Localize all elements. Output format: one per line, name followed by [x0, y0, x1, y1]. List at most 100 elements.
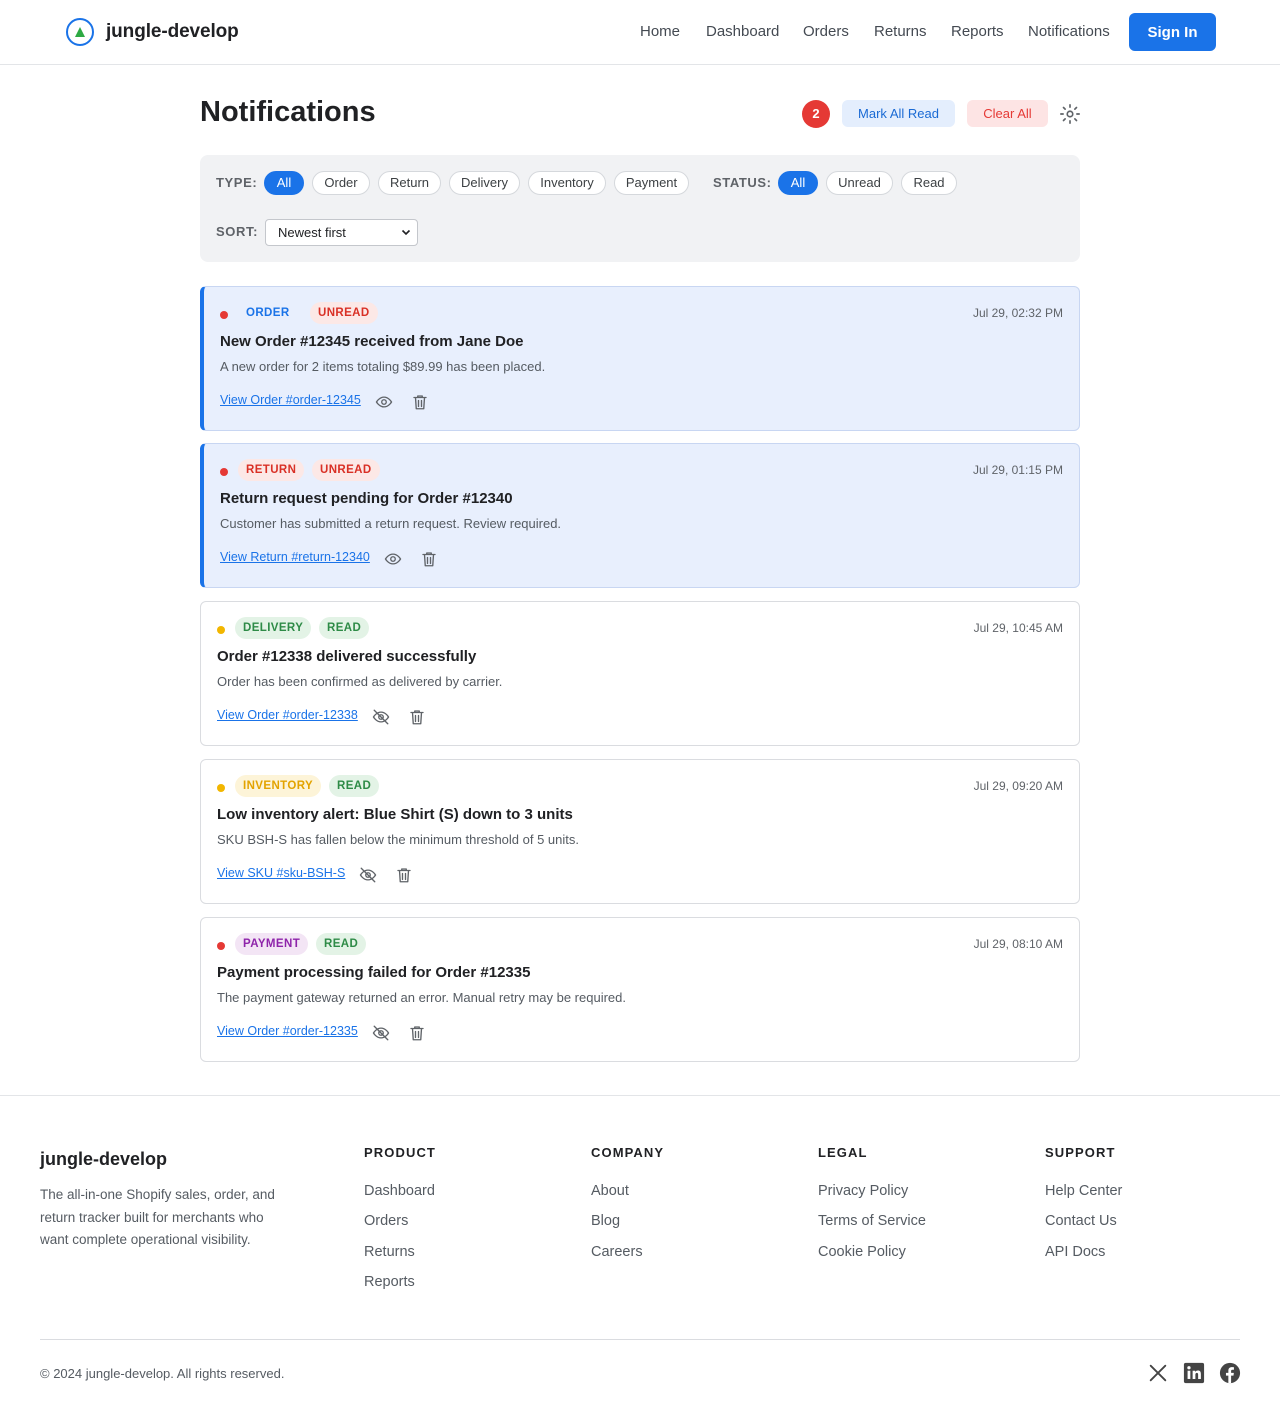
mark-read-eye-icon[interactable] [375, 393, 393, 411]
status-dot [217, 784, 225, 792]
delete-trash-icon[interactable] [408, 1024, 426, 1042]
type-badge: DELIVERY [235, 617, 312, 639]
mark-unread-eye-off-icon[interactable] [359, 866, 377, 884]
sort-select[interactable]: Newest first [265, 219, 418, 246]
notification-link[interactable]: View Order #order-12345 [220, 393, 361, 407]
type-filter-delivery[interactable]: Delivery [449, 171, 520, 195]
status-badge: READ [319, 617, 370, 639]
page-title: Notifications [200, 96, 376, 128]
footer-link-api-docs[interactable]: API Docs [1045, 1244, 1105, 1260]
type-filter-inventory[interactable]: Inventory [528, 171, 606, 195]
timestamp: Jul 29, 08:10 AM [973, 937, 1063, 951]
sort-label: SORT: [216, 224, 258, 239]
notification-card[interactable]: INVENTORY READ Jul 29, 09:20 AM Low invento… [200, 759, 1080, 904]
footer-link-dashboard[interactable]: Dashboard [364, 1183, 435, 1199]
delete-trash-icon[interactable] [408, 708, 426, 726]
site-footer: jungle-develop The all-in-one Shopify sa… [0, 1095, 1280, 1407]
logo-icon [66, 18, 94, 46]
nav-home[interactable]: Home [640, 23, 680, 40]
footer-link-reports[interactable]: Reports [364, 1274, 415, 1290]
footer-heading-company: COMPANY [591, 1145, 665, 1160]
settings-gear-icon[interactable] [1059, 103, 1081, 125]
notification-card[interactable]: RETURN UNREAD Jul 29, 01:15 PM Return reque… [200, 443, 1080, 588]
status-badge: UNREAD [312, 459, 380, 481]
x-icon[interactable] [1147, 1362, 1169, 1384]
timestamp: Jul 29, 01:15 PM [972, 463, 1063, 477]
type-filter-all[interactable]: All [264, 171, 304, 195]
notification-title: Low inventory alert: Blue Shirt (S) down… [217, 806, 573, 823]
footer-link-cookie[interactable]: Cookie Policy [818, 1244, 906, 1260]
notification-title: Order #12338 delivered successfully [217, 648, 477, 665]
status-badge: READ [329, 775, 380, 797]
notification-card[interactable]: DELIVERY READ Jul 29, 10:45 AM Order #12338… [200, 601, 1080, 746]
delete-trash-icon[interactable] [411, 393, 429, 411]
footer-link-blog[interactable]: Blog [591, 1213, 620, 1229]
notification-link[interactable]: View Order #order-12338 [217, 708, 358, 722]
type-filter-payment[interactable]: Payment [614, 171, 689, 195]
type-filter-label: TYPE: [216, 175, 258, 190]
status-filter-unread[interactable]: Unread [826, 171, 893, 195]
notification-title: New Order #12345 received from Jane Doe [220, 333, 524, 350]
notification-card[interactable]: PAYMENT READ Jul 29, 08:10 AM Payment proce… [200, 917, 1080, 1062]
unread-count-badge: 2 [802, 100, 830, 128]
footer-description: The all-in-one Shopify sales, order, and… [40, 1187, 275, 1247]
notification-link[interactable]: View SKU #sku-BSH-S [217, 866, 345, 880]
status-filter-read[interactable]: Read [901, 171, 957, 195]
notification-link[interactable]: View Order #order-12335 [217, 1024, 358, 1038]
copyright: © 2024 jungle-develop. All rights reserv… [40, 1366, 285, 1381]
mark-unread-eye-off-icon[interactable] [372, 708, 390, 726]
notification-link[interactable]: View Return #return-12340 [220, 550, 370, 564]
delete-trash-icon[interactable] [395, 866, 413, 884]
facebook-icon[interactable] [1219, 1362, 1241, 1384]
footer-link-terms[interactable]: Terms of Service [818, 1213, 926, 1229]
mark-unread-eye-off-icon[interactable] [372, 1024, 390, 1042]
linkedin-icon[interactable] [1183, 1362, 1205, 1384]
footer-link-orders[interactable]: Orders [364, 1213, 408, 1229]
notification-title: Return request pending for Order #12340 [220, 490, 513, 507]
delete-trash-icon[interactable] [420, 550, 438, 568]
footer-link-contact[interactable]: Contact Us [1045, 1213, 1117, 1229]
notification-description: The payment gateway returned an error. M… [217, 990, 626, 1005]
notification-description: Order has been confirmed as delivered by… [217, 674, 503, 689]
type-badge: INVENTORY [235, 775, 322, 797]
sign-in-button[interactable]: Sign In [1129, 13, 1216, 51]
timestamp: Jul 29, 09:20 AM [973, 779, 1063, 793]
brand-logo[interactable]: jungle-develop [66, 18, 239, 46]
footer-divider [40, 1339, 1240, 1340]
notification-description: SKU BSH-S has fallen below the minimum t… [217, 832, 580, 847]
status-badge: READ [316, 933, 367, 955]
status-dot [220, 468, 228, 476]
footer-link-about[interactable]: About [591, 1183, 629, 1199]
type-filter-order[interactable]: Order [312, 171, 370, 195]
footer-link-privacy[interactable]: Privacy Policy [818, 1183, 908, 1199]
nav-returns[interactable]: Returns [874, 23, 927, 40]
nav-reports[interactable]: Reports [951, 23, 1004, 40]
nav-notifications[interactable]: Notifications [1028, 23, 1110, 40]
timestamp: Jul 29, 02:32 PM [972, 306, 1063, 320]
type-badge: ORDER [246, 307, 290, 319]
notification-description: A new order for 2 items totaling $89.99 … [220, 359, 546, 374]
footer-link-returns[interactable]: Returns [364, 1244, 415, 1260]
brand-name: jungle-develop [106, 21, 239, 42]
mark-read-eye-icon[interactable] [384, 550, 402, 568]
type-badge: RETURN [238, 459, 305, 481]
notification-title: Payment processing failed for Order #123… [217, 964, 531, 981]
status-filter-all[interactable]: All [778, 171, 818, 195]
filter-panel: TYPE: All Order Return Delivery Inventor… [200, 155, 1080, 262]
type-badge: PAYMENT [235, 933, 309, 955]
nav-orders[interactable]: Orders [803, 23, 849, 40]
notification-card[interactable]: ORDER UNREAD Jul 29, 02:32 PM New Order #12… [200, 286, 1080, 431]
notification-description: Customer has submitted a return request.… [220, 516, 562, 531]
nav-dashboard[interactable]: Dashboard [706, 23, 779, 40]
footer-link-careers[interactable]: Careers [591, 1244, 643, 1260]
status-filter-label: STATUS: [713, 175, 772, 190]
mark-all-read-button[interactable]: Mark All Read [842, 100, 955, 127]
footer-heading-support: SUPPORT [1045, 1145, 1116, 1160]
top-navbar: jungle-develop Home Dashboard Orders Ret… [0, 0, 1280, 65]
type-filter-return[interactable]: Return [378, 171, 441, 195]
status-dot [217, 942, 225, 950]
status-dot [220, 311, 228, 319]
footer-link-help-center[interactable]: Help Center [1045, 1183, 1122, 1199]
clear-all-button[interactable]: Clear All [967, 100, 1048, 127]
footer-heading-product: PRODUCT [364, 1145, 436, 1160]
